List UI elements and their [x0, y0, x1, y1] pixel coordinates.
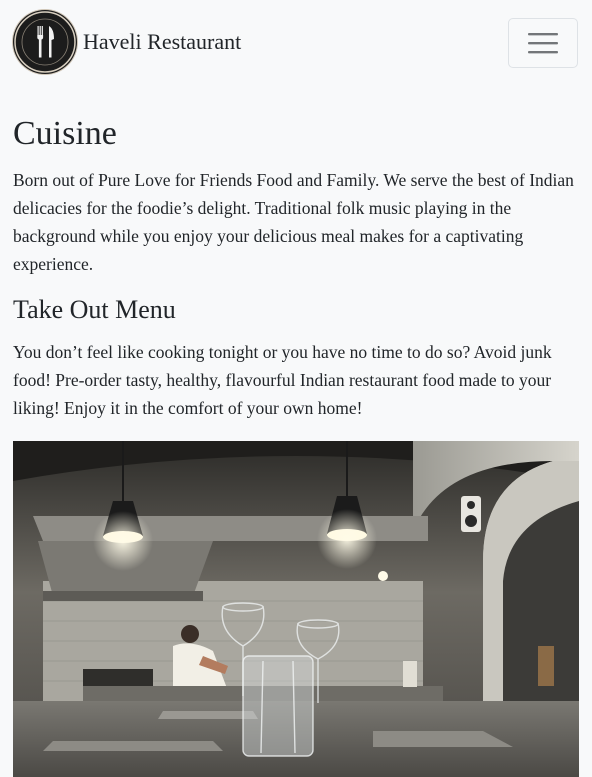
restaurant-interior-illustration	[13, 441, 579, 777]
fork-knife-icon	[14, 11, 76, 73]
navbar-toggler-button[interactable]	[508, 18, 578, 68]
hamburger-menu-icon	[528, 33, 558, 54]
page-title: Cuisine	[13, 115, 117, 152]
restaurant-logo	[13, 10, 77, 74]
takeout-paragraph: You don’t feel like cooking tonight or y…	[13, 342, 552, 418]
main-content: Cuisine Born out of Pure Love for Friend…	[13, 114, 579, 422]
restaurant-interior-image	[13, 441, 579, 777]
takeout-heading: Take Out Menu	[13, 295, 176, 324]
brand-name: Haveli Restaurant	[83, 29, 242, 54]
intro-paragraph: Born out of Pure Love for Friends Food a…	[13, 170, 574, 274]
navbar: Haveli Restaurant	[0, 0, 592, 86]
brand-link[interactable]: Haveli Restaurant	[13, 10, 241, 74]
